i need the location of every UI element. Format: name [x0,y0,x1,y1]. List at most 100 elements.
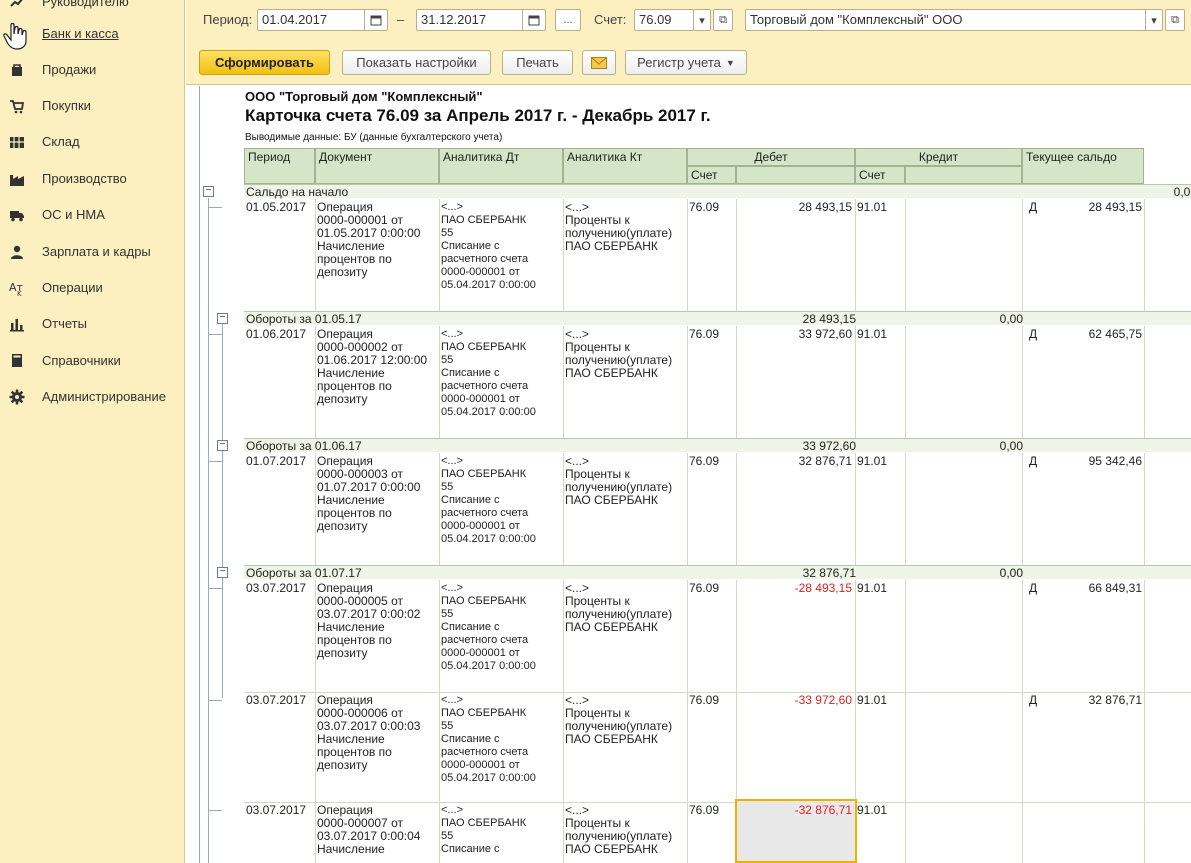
generate-button[interactable]: Сформировать [199,50,330,75]
row-balance-side: Д [1029,327,1038,341]
column-separator [736,580,737,692]
column-separator [315,453,316,565]
print-button[interactable]: Печать [502,50,573,75]
turnover-credit: 0,00 [999,312,1023,326]
column-separator [905,692,906,802]
row-analytics-kt: <...> Проценты к получению(уплате) ПАО С… [565,581,673,634]
header-analytics-dt: Аналитика Дт [439,148,563,184]
row-date: 03.07.2017 [246,581,307,595]
sidebar-item-operations[interactable]: Aт K Операции [0,274,185,302]
tree-line [222,578,223,698]
sidebar-item-label: Продажи [42,62,97,77]
account-dropdown-button[interactable]: ▾ [693,9,711,31]
column-separator [315,326,316,438]
column-separator [736,199,737,311]
calendar-to-button[interactable] [522,9,546,31]
calendar-icon [528,15,540,26]
row-analytics-dt: <...> ПАО СБЕРБАНК 55 Списание с расчетн… [441,455,536,545]
row-document: Операция 0000-000001 от 01.05.2017 0:00:… [317,200,421,279]
envelope-icon [591,56,607,69]
report-left-border [199,86,200,863]
calendar-from-button[interactable] [364,9,388,31]
column-separator [687,326,688,438]
row-balance: 32 876,71 [1088,693,1142,707]
turnover-row[interactable]: Обороты за 01.05.17 28 493,15 0,00 [244,311,1191,326]
sidebar-item-admin[interactable]: Администрирование [0,383,185,411]
sidebar-item-label: Банк и касса [42,26,119,41]
row-account-dt: 76.09 [689,454,720,468]
sidebar-item-sales[interactable]: Продажи [0,56,185,84]
sidebar-item-purchases[interactable]: Покупки [0,92,185,120]
header-document: Документ [315,148,439,184]
tree-branch [208,588,222,589]
account-field[interactable]: 76.09 [634,9,694,31]
header-credit: Кредит [855,148,1022,166]
column-separator [855,453,856,565]
tree-branch [208,461,222,462]
row-date: 01.07.2017 [246,454,307,468]
org-dropdown-button[interactable]: ▾ [1145,9,1163,31]
sidebar-item-assets[interactable]: ОС и НМА [0,201,185,229]
opening-balance-row[interactable]: Сальдо на начало 0,00 [244,184,1191,199]
report-icon [10,319,24,332]
row-analytics-dt: <...> ПАО СБЕРБАНК 55 Списание с расчетн… [441,201,536,291]
account-label: Счет: [594,12,627,27]
svg-text:K: K [17,290,22,296]
chevron-down-icon: ▾ [699,14,705,27]
row-date: 03.07.2017 [246,693,307,707]
row-analytics-kt: <...> Проценты к получению(уплате) ПАО С… [565,200,673,253]
header-account-dt: Счет [687,166,736,184]
row-account-dt: 76.09 [689,200,720,214]
sidebar-item-production[interactable]: Производство [0,165,185,193]
date-from-field[interactable]: 01.04.2017 [257,9,375,31]
header-debit: Дебет [687,148,855,166]
turnover-row[interactable]: Обороты за 01.07.17 32 876,71 0,00 [244,565,1191,580]
row-debit: -32 876,71 [794,803,852,817]
turnover-label: Обороты за 01.06.17 [246,439,362,453]
row-balance-side: Д [1029,693,1038,707]
account-open-button[interactable]: ⧉ [713,9,733,31]
period-select-button[interactable]: ... [555,9,581,31]
sidebar-item-manager[interactable]: Руководителю [0,0,185,16]
row-account-kt: 91.01 [857,454,888,468]
chart-icon [10,0,23,7]
column-separator [1022,199,1023,311]
column-separator [439,326,440,438]
sidebar-item-label: Зарплата и кадры [42,244,151,259]
organization-field[interactable]: Торговый дом "Комплексный" ООО [745,9,1149,31]
sidebar-item-directories[interactable]: Справочники [0,347,185,375]
date-to-field[interactable]: 31.12.2017 [416,9,534,31]
sidebar-item-label: Справочники [42,353,121,368]
org-open-button[interactable]: ⧉ [1165,9,1185,31]
collapse-toggle-icon: − [217,440,228,451]
column-separator [1144,453,1145,565]
email-button[interactable] [582,50,616,75]
row-balance-side: Д [1029,200,1038,214]
row-account-kt: 91.01 [857,803,888,817]
row-balance: 28 493,15 [1088,200,1142,214]
row-document: Операция 0000-000002 от 01.06.2017 12:00… [317,327,428,406]
column-separator [855,326,856,438]
sidebar-item-label: ОС и НМА [42,207,105,222]
register-dropdown-button[interactable]: Регистр учета ▼ [625,50,747,75]
show-settings-button[interactable]: Показать настройки [342,50,491,75]
sidebar-item-warehouse[interactable]: Склад [0,128,185,156]
header-period: Период [244,148,315,184]
sidebar-item-salary[interactable]: Зарплата и кадры [0,238,185,266]
turnover-row[interactable]: Обороты за 01.06.17 33 972,60 0,00 [244,438,1191,453]
column-separator [687,453,688,565]
sidebar: Руководителю Банк и касса Продажи Покупк… [0,0,185,863]
row-balance: 66 849,31 [1088,581,1142,595]
open-icon: ⧉ [719,13,727,26]
column-separator [439,580,440,692]
row-account-kt: 91.01 [857,693,888,707]
turnover-debit: 28 493,15 [802,312,856,326]
column-separator [1144,580,1145,692]
column-separator [905,453,906,565]
column-separator [563,580,564,692]
row-date: 01.06.2017 [246,327,307,341]
column-separator [315,580,316,692]
tree-branch [208,700,222,701]
sidebar-item-reports[interactable]: Отчеты [0,310,185,338]
row-analytics-kt: <...> Проценты к получению(уплате) ПАО С… [565,693,673,746]
